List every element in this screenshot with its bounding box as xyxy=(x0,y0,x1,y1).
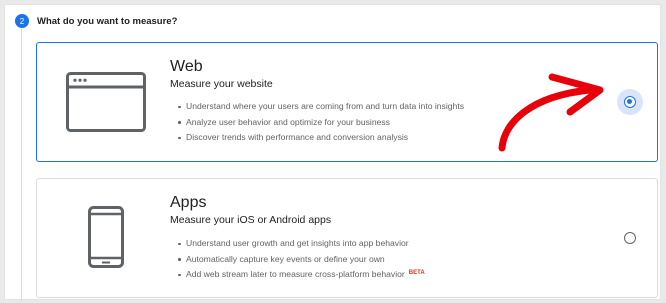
web-option-title: Web xyxy=(170,58,203,75)
list-item: Understand user growth and get insights … xyxy=(178,236,425,252)
list-item: Discover trends with performance and con… xyxy=(178,130,464,146)
list-item: Add web stream later to measure cross-pl… xyxy=(178,267,425,283)
apps-option-subtitle: Measure your iOS or Android apps xyxy=(170,214,332,226)
apps-option-title: Apps xyxy=(170,194,207,211)
list-item: Understand where your users are coming f… xyxy=(178,99,464,115)
web-option-bullets: Understand where your users are coming f… xyxy=(178,99,464,146)
web-option-subtitle: Measure your website xyxy=(170,78,273,90)
step-header: 2 What do you want to measure? xyxy=(15,13,177,29)
web-radio-button[interactable] xyxy=(624,96,636,108)
list-item: Analyze user behavior and optimize for y… xyxy=(178,115,464,131)
apps-option-bullets: Understand user growth and get insights … xyxy=(178,236,425,283)
step-number-badge: 2 xyxy=(15,14,29,28)
smartphone-icon xyxy=(88,206,124,268)
list-item: Automatically capture key events or defi… xyxy=(178,252,425,268)
measurement-step-panel: 2 What do you want to measure? Web Measu… xyxy=(4,4,661,301)
apps-radio-button[interactable] xyxy=(624,232,636,244)
step-title: What do you want to measure? xyxy=(37,15,178,27)
list-item-text: Add web stream later to measure cross-pl… xyxy=(186,269,405,279)
beta-badge: BETA xyxy=(408,270,425,276)
browser-window-icon xyxy=(66,72,146,132)
red-hand-drawn-arrow-icon xyxy=(498,73,604,152)
apps-option-card[interactable]: Apps Measure your iOS or Android apps Un… xyxy=(36,178,658,298)
stepper-line xyxy=(21,29,22,301)
